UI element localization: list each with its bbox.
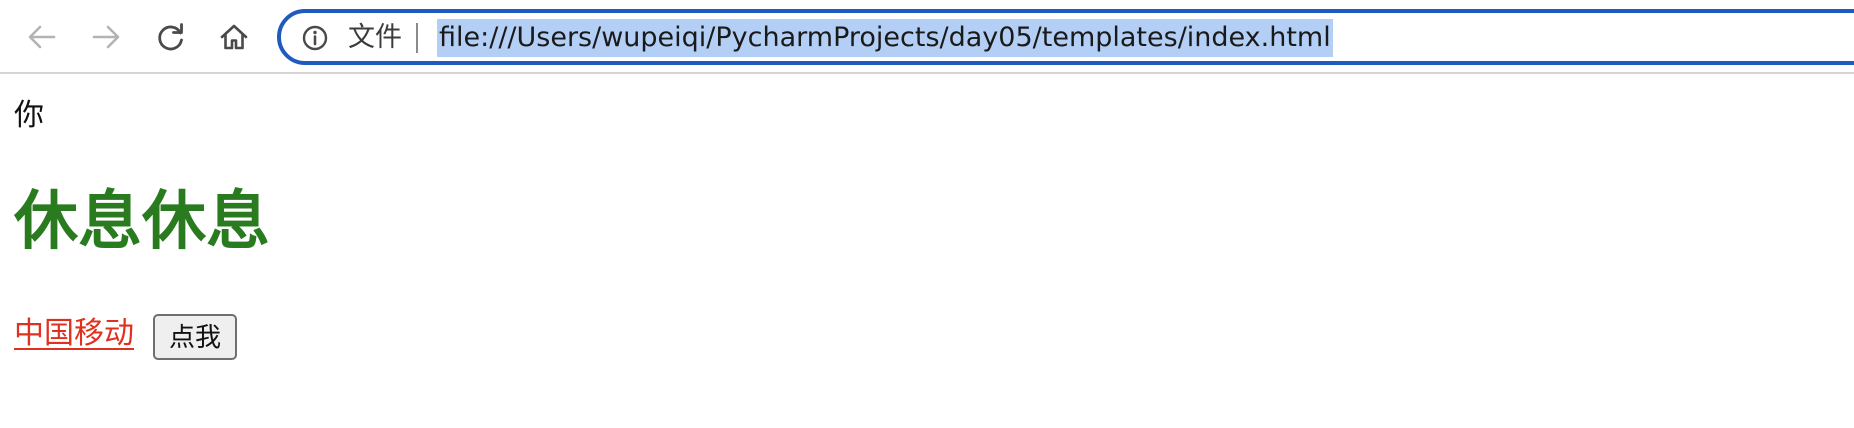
arrow-left-icon	[28, 25, 56, 49]
reload-button[interactable]	[151, 17, 191, 57]
back-button[interactable]	[22, 17, 62, 57]
click-me-button[interactable]: 点我	[153, 314, 237, 360]
page-text: 你	[14, 98, 44, 133]
info-icon[interactable]	[302, 25, 328, 51]
forward-button[interactable]	[86, 17, 126, 57]
url-text[interactable]: file:///Users/wupeiqi/PycharmProjects/da…	[437, 19, 1333, 57]
site-info-label[interactable]: 文件	[348, 21, 402, 55]
home-button[interactable]	[214, 17, 254, 57]
browser-toolbar: 文件 file:///Users/wupeiqi/PycharmProjects…	[0, 0, 1854, 74]
china-mobile-link[interactable]: 中国移动	[14, 312, 134, 356]
arrow-right-icon	[92, 25, 120, 49]
page-heading: 休息休息	[14, 185, 270, 259]
page-content: 你 休息休息 中国移动 点我	[14, 74, 1834, 428]
address-bar[interactable]: 文件 file:///Users/wupeiqi/PycharmProjects…	[277, 9, 1854, 65]
reload-icon	[158, 23, 183, 51]
omnibox-divider	[416, 23, 418, 53]
home-icon	[220, 24, 248, 50]
